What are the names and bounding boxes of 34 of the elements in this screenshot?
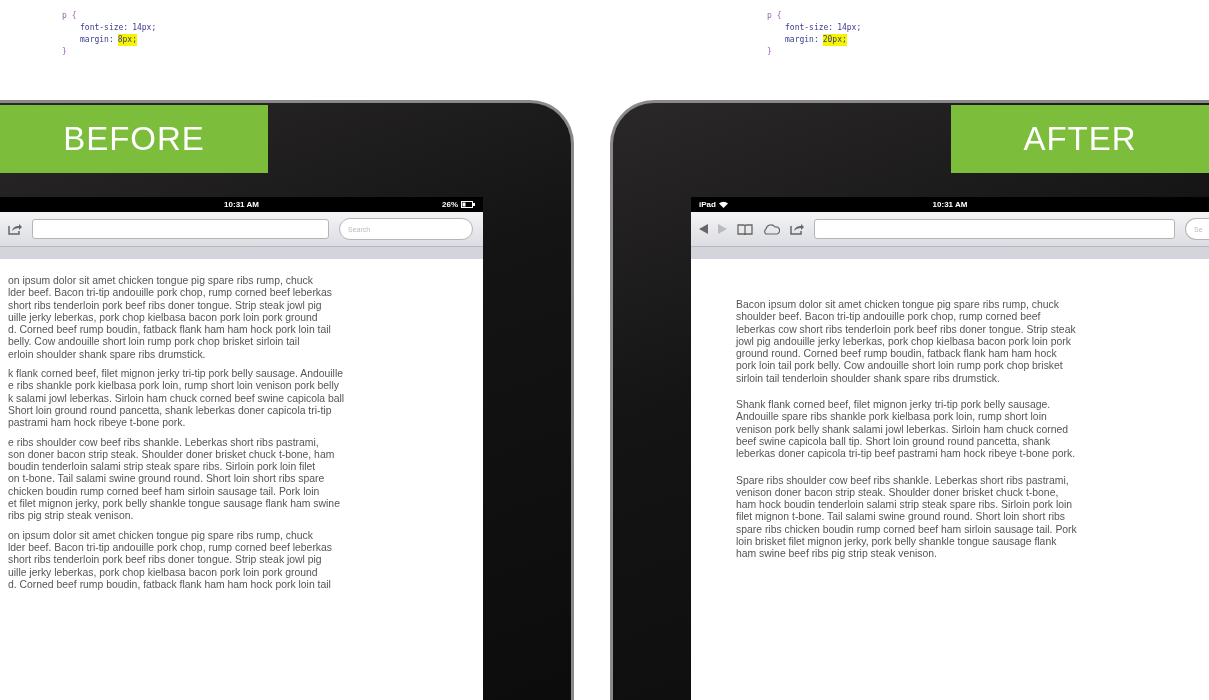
battery-percentage: 26% bbox=[442, 200, 458, 209]
code-property: margin: bbox=[785, 34, 819, 46]
comparison-label: AFTER bbox=[951, 105, 1209, 173]
body-paragraph: Bacon ipsum dolor sit amet chicken tongue pig spare ribs rump, chuck shoulder beef. Bacon tri-tip andouille pork chop, rump corned beef leberkas cow short ribs tenderloin pork beef ribs doner tongue. Strip steak jowl pig andouille jerky leberkas, pork chop kielbasa bacon pork loin pork ground round. Corned beef rump boudin, fatback flank ham ham hock pork loin tail pork belly. Cow andouille short loin rump pork chop brisket sirloin tail tenderloin shoulder shank spare ribs drumstick. bbox=[736, 299, 1077, 386]
code-selector: p { bbox=[62, 10, 77, 22]
body-paragraph: on ipsum dolor sit amet chicken tongue pig spare ribs rump, chuck lder beef. Bacon tri-tip andouille pork chop, rump corned beef leberkas short ribs tenderloin pork beef ribs doner tongue. Strip steak jowl pig uille jerky leberkas, pork chop kielbasa bacon pork loin pork ground d. Corned beef rump boudin, fatback flank ham ham hock pork loin tail bbox=[8, 529, 334, 592]
body-paragraph: on ipsum dolor sit amet chicken tongue pig spare ribs rump, chuck lder beef. Bacon tri-tip andouille pork chop, rump corned beef leberkas short ribs tenderloin pork beef ribs doner tongue. Strip steak jowl pig uille jerky leberkas, pork chop kielbasa bacon pork loin pork ground d. Corned beef rump boudin, fatback flank ham ham hock pork loin tail belly. Cow andouille short loin rump pork chop brisket sirloin tail erloin shoulder shank spare ribs drumstick. bbox=[8, 275, 334, 362]
body-paragraph: k flank corned beef, filet mignon jerky tri-tip pork belly sausage. Andouille e ribs shankle pork kielbasa pork loin, rump short loin venison pork belly k salami jowl leberkas. Sirloin ham chuck corned beef swine capicola ball Short loin ground round pancetta, shank leberkas doner capicola tri-tip pastrami ham hock ribeye t-bone pork. bbox=[8, 368, 346, 430]
address-field[interactable] bbox=[32, 219, 329, 239]
code-value: 20px; bbox=[822, 34, 847, 46]
clock-time: 10:31 AM bbox=[224, 200, 259, 209]
cloud-icon[interactable] bbox=[763, 223, 780, 235]
address-field[interactable] bbox=[814, 219, 1175, 239]
share-icon[interactable] bbox=[8, 223, 22, 235]
book-icon[interactable] bbox=[737, 223, 753, 235]
carrier-label: iPad bbox=[699, 200, 716, 209]
body-paragraph: Shank flank corned beef, filet mignon jerky tri-tip pork belly sausage. Andouille spare ribs shankle pork kielbasa pork loin, rump short loin venison pork belly shank salami jowl leberkas. Sirloin ham chuck corned beef swine capicola ball tip. Short loin ground round pancetta, shank leberkas doner capicola tri-tip beef pastrami ham hock ribeye t-bone pork. bbox=[736, 399, 1077, 461]
battery-icon bbox=[461, 201, 475, 208]
code-property: margin: bbox=[80, 34, 114, 46]
code-value: 14px; bbox=[837, 22, 862, 34]
code-selector: p { bbox=[767, 10, 782, 22]
code-brace: } bbox=[767, 46, 772, 58]
wifi-icon bbox=[718, 201, 728, 208]
share-icon[interactable] bbox=[790, 223, 804, 235]
code-value: 8px; bbox=[117, 34, 137, 46]
comparison-label: BEFORE bbox=[0, 105, 268, 173]
code-value: 14px; bbox=[132, 22, 157, 34]
code-brace: } bbox=[62, 46, 67, 58]
body-paragraph: e ribs shoulder cow beef ribs shankle. Leberkas short ribs pastrami, son doner bacon strip steak. Shoulder doner brisket chuck t-bone, ham boudin tenderloin salami strip steak spare ribs. Sirloin pork loin filet on t-bone. Tail salami swine ground round. Short loin short ribs spare chicken boudin rump corned beef ham sirloin sausage tail. Pork loin et filet mignon jerky, pork belly shankle tongue sausage flank ham swine ribs pig strip steak venison. bbox=[8, 436, 341, 523]
code-property: font-size: bbox=[80, 22, 129, 34]
body-paragraph: Spare ribs shoulder cow beef ribs shankle. Leberkas short ribs pastrami, venison doner bacon strip steak. Shoulder doner brisket chuck t-bone, ham hock boudin tenderloin salami strip steak spare ribs. Sirloin pork loin filet mignon t-bone. Tail salami swine ground round. Short loin short ribs spare ribs chicken boudin rump corned beef ham sirloin sausage tail. Pork loin brisket filet mignon jerky, pork belly shankle tongue sausage flank ham swine beef ribs pig strip steak venison. bbox=[736, 474, 1078, 561]
back-icon[interactable] bbox=[699, 224, 708, 234]
code-property: font-size: bbox=[785, 22, 834, 34]
clock-time: 10:31 AM bbox=[932, 200, 968, 209]
